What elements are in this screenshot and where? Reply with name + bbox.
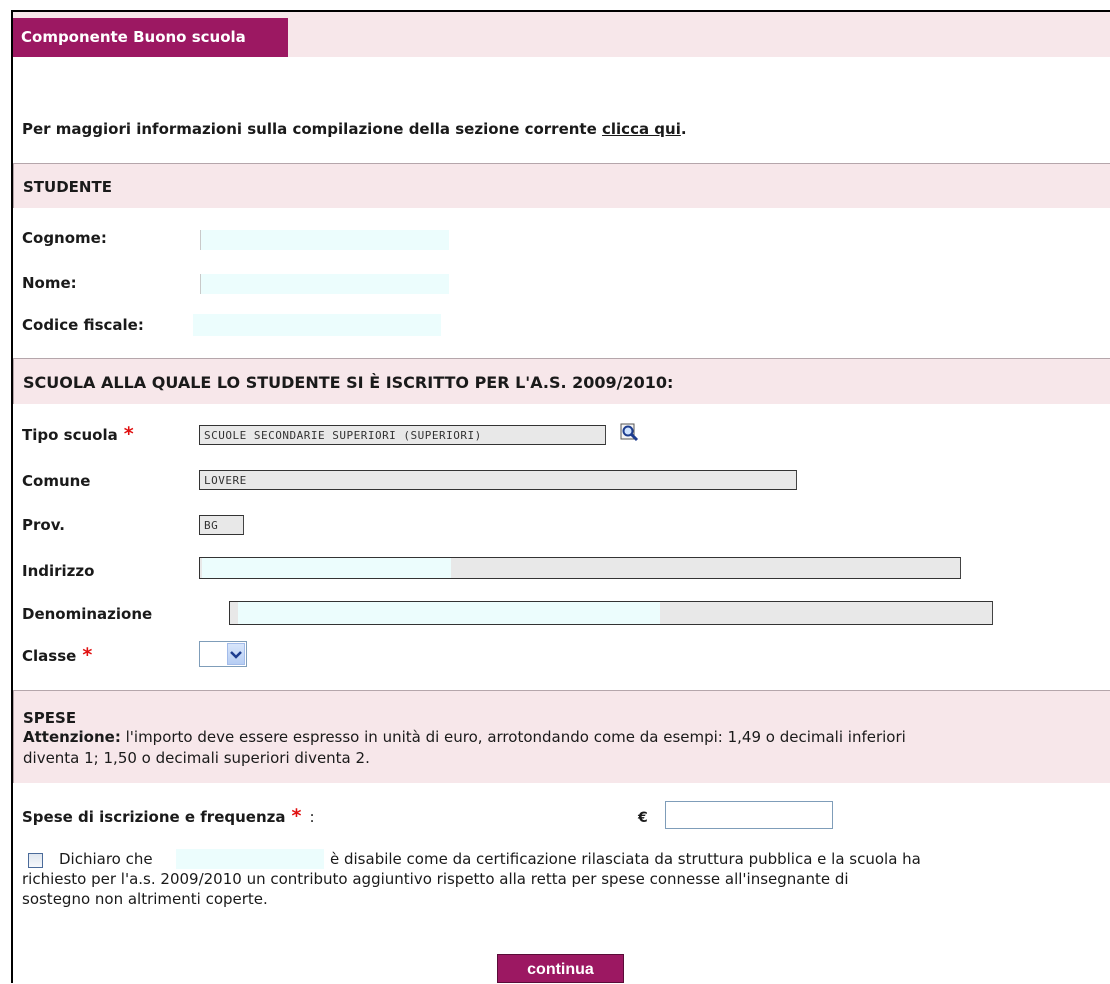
tipo-scuola-label: Tipo scuola * [22, 423, 134, 445]
tipo-scuola-label-text: Tipo scuola [22, 426, 118, 444]
required-asterisk: * [82, 644, 93, 666]
comune-label: Comune [22, 472, 91, 490]
nome-value [200, 274, 449, 294]
spese-iscrizione-label-text: Spese di iscrizione e frequenza [22, 808, 286, 826]
classe-label-text: Classe [22, 647, 77, 665]
euro-symbol: € [638, 810, 648, 826]
nome-colon: : [70, 274, 77, 292]
tipo-scuola-field: SCUOLE SECONDARIE SUPERIORI (SUPERIORI) [199, 425, 606, 445]
section-title-spese: SPESE [23, 709, 77, 727]
info-text-end: . [680, 120, 687, 138]
dichiaro-name-redaction [176, 849, 324, 869]
comune-field: LOVERE [199, 470, 797, 490]
section-title-studente: STUDENTE [23, 178, 112, 196]
nome-label: Nome: [22, 274, 77, 292]
attention-text-2: diventa 1; 1,50 o decimali superiori div… [23, 749, 370, 767]
info-text-prefix: Per maggiori informazioni sulla compilaz… [22, 120, 602, 138]
dichiaro-prefix: Dichiaro che [59, 850, 153, 868]
section-title-scuola: SCUOLA ALLA QUALE LO STUDENTE SI È ISCRI… [23, 373, 673, 392]
cognome-colon: : [100, 229, 107, 247]
section-title-scuola-text: SCUOLA ALLA QUALE LO STUDENTE SI È ISCRI… [23, 373, 668, 392]
dichiaro-line2: richiesto per l'a.s. 2009/2010 un contri… [22, 870, 849, 888]
dichiaro-line3: sostegno non altrimenti coperte. [22, 890, 268, 908]
spese-iscrizione-input[interactable] [665, 801, 833, 829]
prov-field: BG [199, 515, 244, 535]
dichiaro-checkbox[interactable] [28, 853, 43, 868]
section-studente: STUDENTE [13, 163, 1110, 208]
denominazione-label: Denominazione [22, 605, 153, 623]
prov-label: Prov. [22, 516, 65, 534]
attention-label: Attenzione: [23, 728, 121, 746]
section-title-scuola-colon: : [667, 373, 674, 392]
continua-button[interactable]: continua [497, 954, 624, 983]
cognome-value [200, 230, 449, 250]
indirizzo-label: Indirizzo [22, 562, 95, 580]
codice-fiscale-label: Codice fiscale: [22, 316, 144, 334]
codice-fiscale-value [193, 314, 441, 336]
required-asterisk: * [123, 423, 134, 445]
section-spese: SPESE Attenzione: l'importo deve essere … [13, 690, 1110, 783]
codice-fiscale-label-text: Codice fiscale [22, 316, 138, 334]
dichiaro-line1: è disabile come da certificazione rilasc… [330, 850, 921, 868]
classe-label: Classe * [22, 644, 93, 666]
required-asterisk: * [291, 805, 302, 827]
search-icon[interactable] [620, 423, 640, 443]
spese-attention: Attenzione: l'importo deve essere espres… [23, 727, 1109, 769]
classe-select[interactable] [199, 641, 247, 667]
tab-componente-buono-scuola[interactable]: Componente Buono scuola [13, 18, 288, 57]
spese-iscrizione-label: Spese di iscrizione e frequenza *: [22, 805, 315, 827]
codice-fiscale-colon: : [137, 316, 144, 334]
chevron-down-icon[interactable] [227, 643, 245, 665]
denominazione-redaction [238, 602, 660, 624]
section-scuola: SCUOLA ALLA QUALE LO STUDENTE SI È ISCRI… [13, 358, 1110, 404]
cognome-label: Cognome: [22, 229, 107, 247]
info-text: Per maggiori informazioni sulla compilaz… [22, 120, 687, 138]
cognome-label-text: Cognome [22, 229, 101, 247]
attention-text: l'importo deve essere espresso in unità … [120, 728, 906, 746]
info-link[interactable]: clicca qui [602, 120, 681, 138]
page-frame [11, 10, 1110, 983]
spese-colon: : [309, 808, 315, 826]
indirizzo-redaction [202, 558, 451, 578]
nome-label-text: Nome [22, 274, 71, 292]
